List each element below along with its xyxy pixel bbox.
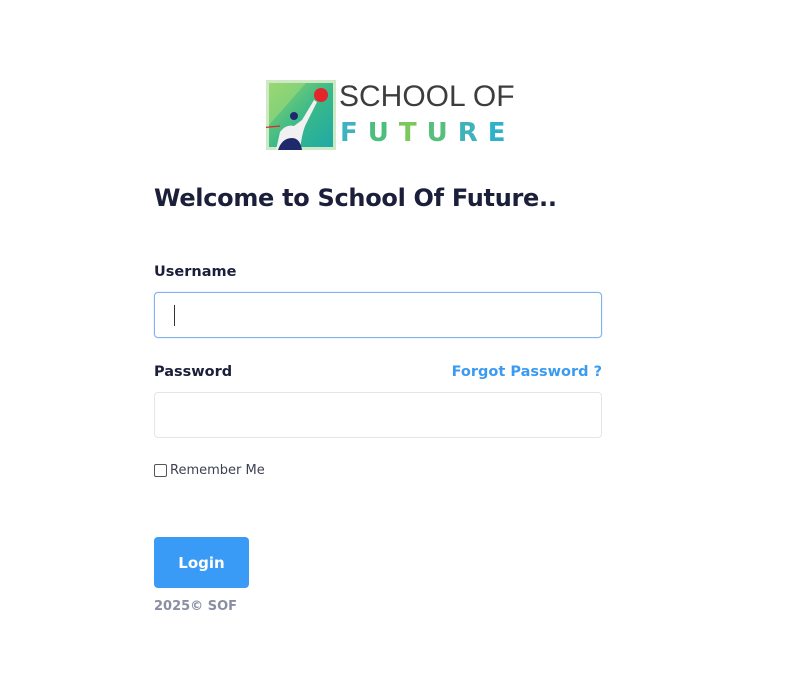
logo-text-school-of: SCHOOL OF <box>339 80 515 113</box>
logo-letter: U <box>426 118 458 148</box>
username-input[interactable] <box>154 292 602 338</box>
logo-letter: R <box>457 118 488 148</box>
logo-text-future: FUTURE <box>340 118 516 148</box>
remember-me[interactable]: Remember Me <box>154 463 265 478</box>
login-button[interactable]: Login <box>154 537 249 588</box>
text-caret <box>174 305 175 326</box>
school-logo: SCHOOL OF FUTURE <box>266 80 515 152</box>
forgot-password-link[interactable]: Forgot Password ? <box>452 364 602 380</box>
remember-me-checkbox[interactable] <box>154 464 167 477</box>
logo-letter: T <box>398 118 427 148</box>
logo-letter: U <box>367 118 399 148</box>
footer-copyright: 2025© SOF <box>154 599 238 614</box>
page-title: Welcome to School Of Future.. <box>154 184 557 212</box>
password-input[interactable] <box>154 392 602 438</box>
remember-me-label[interactable]: Remember Me <box>170 463 265 478</box>
logo-mark-icon <box>266 80 336 150</box>
password-label: Password <box>154 364 233 380</box>
logo-letter: E <box>487 118 516 148</box>
logo-letter: F <box>340 118 368 148</box>
username-label: Username <box>154 264 237 280</box>
login-page: SCHOOL OF FUTURE Welcome to School Of Fu… <box>0 0 789 691</box>
